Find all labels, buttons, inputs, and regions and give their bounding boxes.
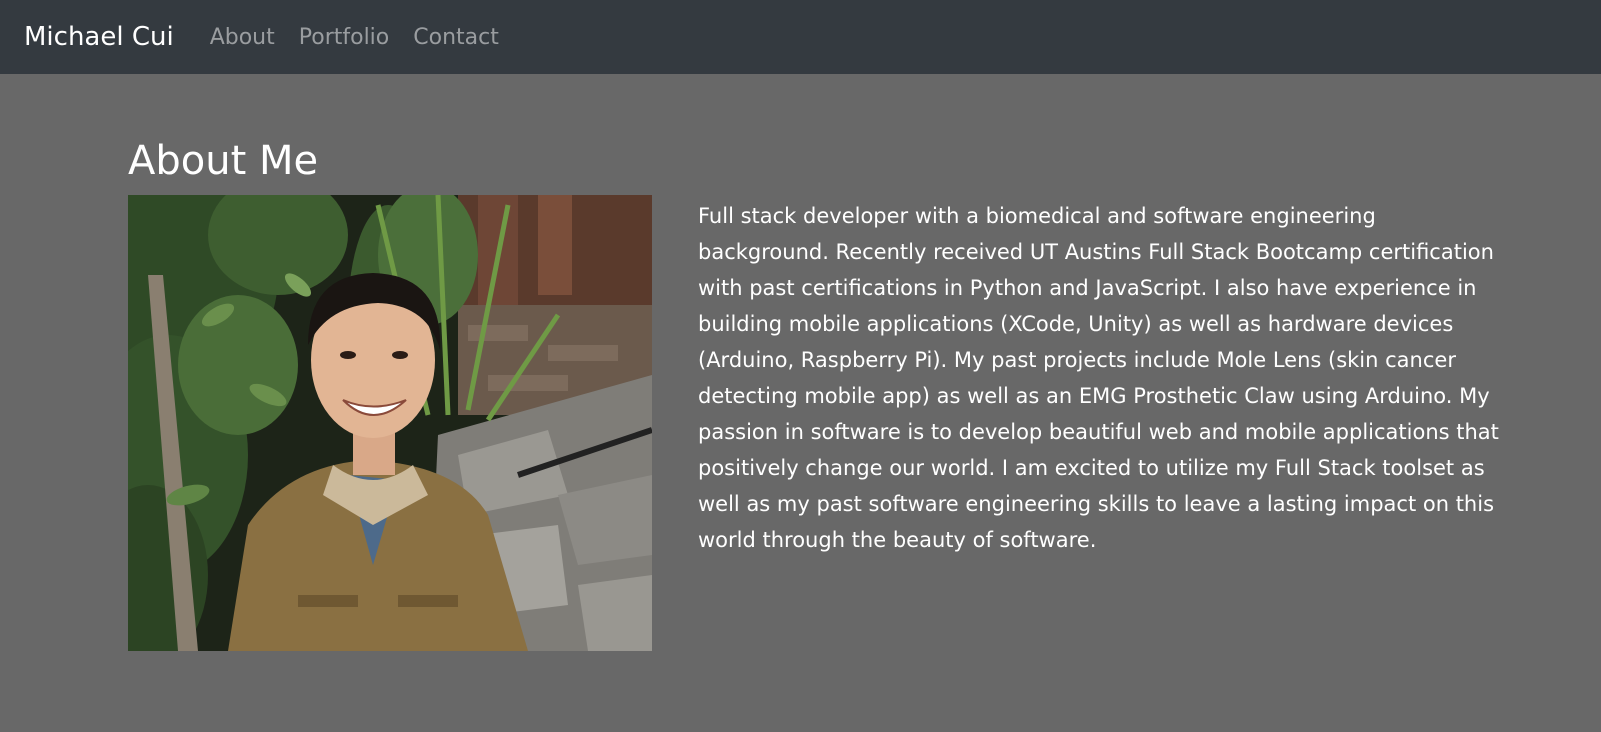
navbar: Michael Cui About Portfolio Contact [0,0,1601,74]
bio-text: Full stack developer with a biomedical a… [698,204,1499,552]
nav-link-portfolio[interactable]: Portfolio [299,25,390,50]
nav-link-about[interactable]: About [210,25,275,50]
page-title: About Me [128,138,319,184]
nav-link-contact[interactable]: Contact [413,25,499,50]
profile-photo [128,195,652,651]
brand-link[interactable]: Michael Cui [24,22,174,52]
